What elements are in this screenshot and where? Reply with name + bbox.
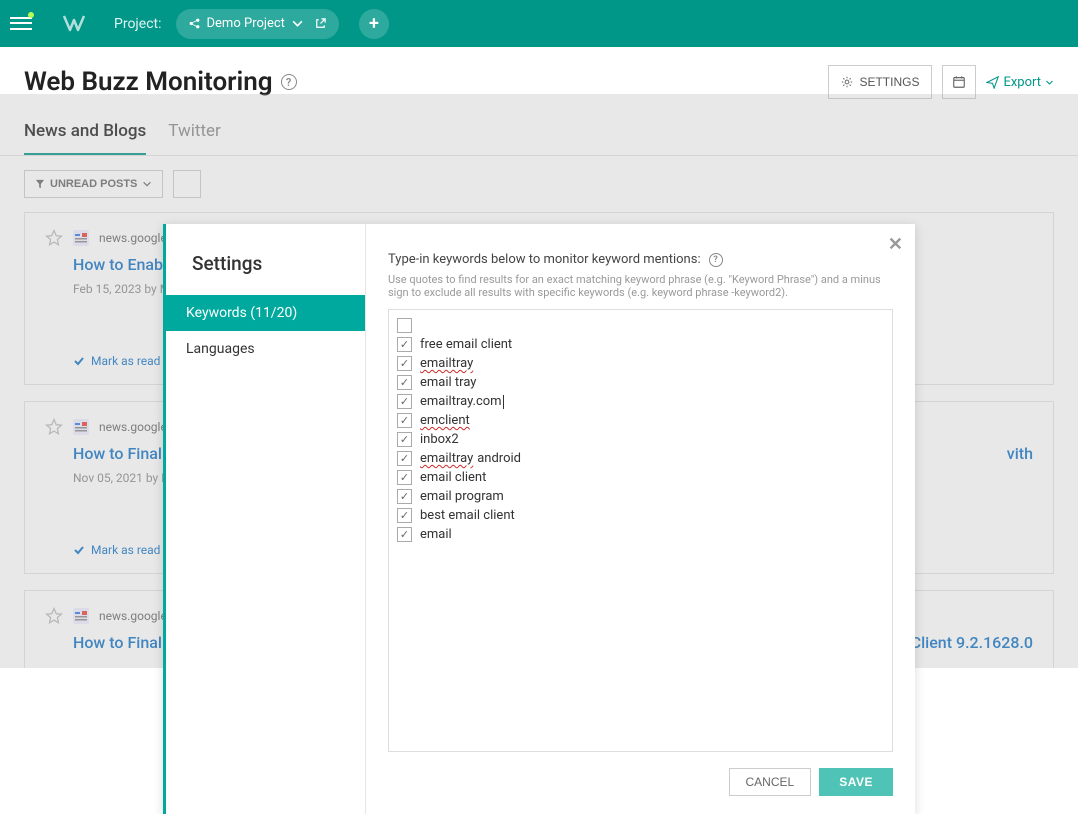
keyword-row[interactable]: best email client: [397, 506, 884, 525]
checkbox[interactable]: [397, 318, 412, 333]
sidebar-item-languages[interactable]: Languages: [166, 331, 365, 367]
unread-filter-button[interactable]: UNREAD POSTS: [24, 170, 163, 198]
keyword-row[interactable]: emailtray android: [397, 449, 884, 468]
cancel-button[interactable]: CANCEL: [729, 768, 812, 796]
keyword-row[interactable]: free email client: [397, 335, 884, 354]
external-link-icon[interactable]: [314, 17, 327, 30]
funnel-icon: [35, 179, 45, 189]
keyword-text[interactable]: android: [477, 451, 521, 466]
modal-sidebar: Settings Keywords (11/20) Languages: [166, 224, 366, 814]
keyword-text[interactable]: email client: [420, 470, 486, 485]
keywords-input-box[interactable]: free email client emailtray email tray emai…: [388, 309, 893, 752]
gear-icon: [841, 76, 853, 88]
keyword-row[interactable]: emailtray: [397, 354, 884, 373]
checkbox[interactable]: [397, 489, 412, 504]
share-icon: [188, 17, 201, 30]
header-actions: SETTINGS Export: [828, 65, 1054, 99]
checkbox[interactable]: [397, 432, 412, 447]
help-icon[interactable]: ?: [281, 74, 297, 90]
keyword-text[interactable]: emailtray: [420, 451, 473, 466]
keyword-text[interactable]: emailtray: [420, 356, 473, 371]
keyword-row[interactable]: email tray: [397, 373, 884, 392]
checkbox[interactable]: [397, 470, 412, 485]
keyword-row[interactable]: emclient: [397, 411, 884, 430]
keyword-row[interactable]: emailtray.com: [397, 392, 884, 411]
settings-button[interactable]: SETTINGS: [828, 65, 932, 99]
modal-container: ✕ Settings Keywords (11/20) Languages Ty…: [0, 224, 1078, 814]
hamburger-menu[interactable]: [10, 13, 32, 35]
keyword-text[interactable]: email program: [420, 489, 504, 504]
page-title-wrap: Web Buzz Monitoring ?: [24, 67, 297, 97]
checkbox[interactable]: [397, 451, 412, 466]
chevron-down-icon: [142, 179, 152, 189]
keyword-text[interactable]: emailtray.com: [420, 394, 504, 409]
checkbox[interactable]: [397, 394, 412, 409]
keywords-label: Type-in keywords below to monitor keywor…: [388, 252, 701, 267]
extra-filter-button[interactable]: [173, 170, 201, 198]
keyword-row[interactable]: email: [397, 525, 884, 544]
checkbox[interactable]: [397, 356, 412, 371]
app-logo: [60, 10, 88, 38]
checkbox[interactable]: [397, 337, 412, 352]
add-project-button[interactable]: +: [359, 9, 389, 39]
project-label: Project:: [114, 16, 162, 32]
calendar-icon: [952, 75, 966, 89]
keyword-text[interactable]: free email client: [420, 337, 512, 352]
keyword-text[interactable]: email: [420, 527, 452, 542]
calendar-button[interactable]: [942, 65, 976, 99]
keyword-text[interactable]: best email client: [420, 508, 515, 523]
page-title: Web Buzz Monitoring: [24, 67, 273, 97]
keyword-row[interactable]: email client: [397, 468, 884, 487]
project-name: Demo Project: [207, 16, 285, 31]
keyword-text[interactable]: inbox2: [420, 432, 459, 447]
checkbox[interactable]: [397, 375, 412, 390]
content-wrap: Web Buzz Monitoring ? SETTINGS Export Ne…: [0, 47, 1078, 668]
modal-main: Type-in keywords below to monitor keywor…: [366, 224, 915, 814]
keyword-text[interactable]: emclient: [420, 413, 470, 428]
topbar: Project: Demo Project +: [0, 0, 1078, 47]
keyword-row-empty[interactable]: [397, 316, 884, 335]
tab-news[interactable]: News and Blogs: [24, 121, 146, 155]
sub-toolbar: UNREAD POSTS: [0, 156, 1078, 212]
checkbox[interactable]: [397, 527, 412, 542]
keyword-row[interactable]: email program: [397, 487, 884, 506]
chevron-down-icon: [1045, 78, 1054, 87]
tabs: News and Blogs Twitter: [0, 99, 1078, 156]
help-icon[interactable]: ?: [709, 253, 723, 267]
project-chip[interactable]: Demo Project: [176, 9, 339, 39]
page-header: Web Buzz Monitoring ? SETTINGS Export: [0, 47, 1078, 99]
keyword-text[interactable]: email tray: [420, 375, 476, 390]
keyword-row[interactable]: inbox2: [397, 430, 884, 449]
settings-modal: ✕ Settings Keywords (11/20) Languages Ty…: [163, 224, 915, 814]
notification-dot-icon: [28, 12, 34, 18]
save-button[interactable]: SAVE: [819, 768, 893, 796]
send-icon: [986, 76, 999, 89]
keywords-help: Use quotes to find results for an exact …: [388, 273, 893, 299]
export-link[interactable]: Export: [986, 75, 1054, 90]
chevron-down-icon: [291, 17, 304, 30]
close-icon[interactable]: ✕: [888, 234, 903, 255]
modal-footer: CANCEL SAVE: [388, 752, 893, 796]
tab-twitter[interactable]: Twitter: [168, 121, 220, 155]
checkbox[interactable]: [397, 508, 412, 523]
modal-sidebar-title: Settings: [166, 252, 365, 295]
checkbox[interactable]: [397, 413, 412, 428]
sidebar-item-keywords[interactable]: Keywords (11/20): [166, 295, 365, 331]
